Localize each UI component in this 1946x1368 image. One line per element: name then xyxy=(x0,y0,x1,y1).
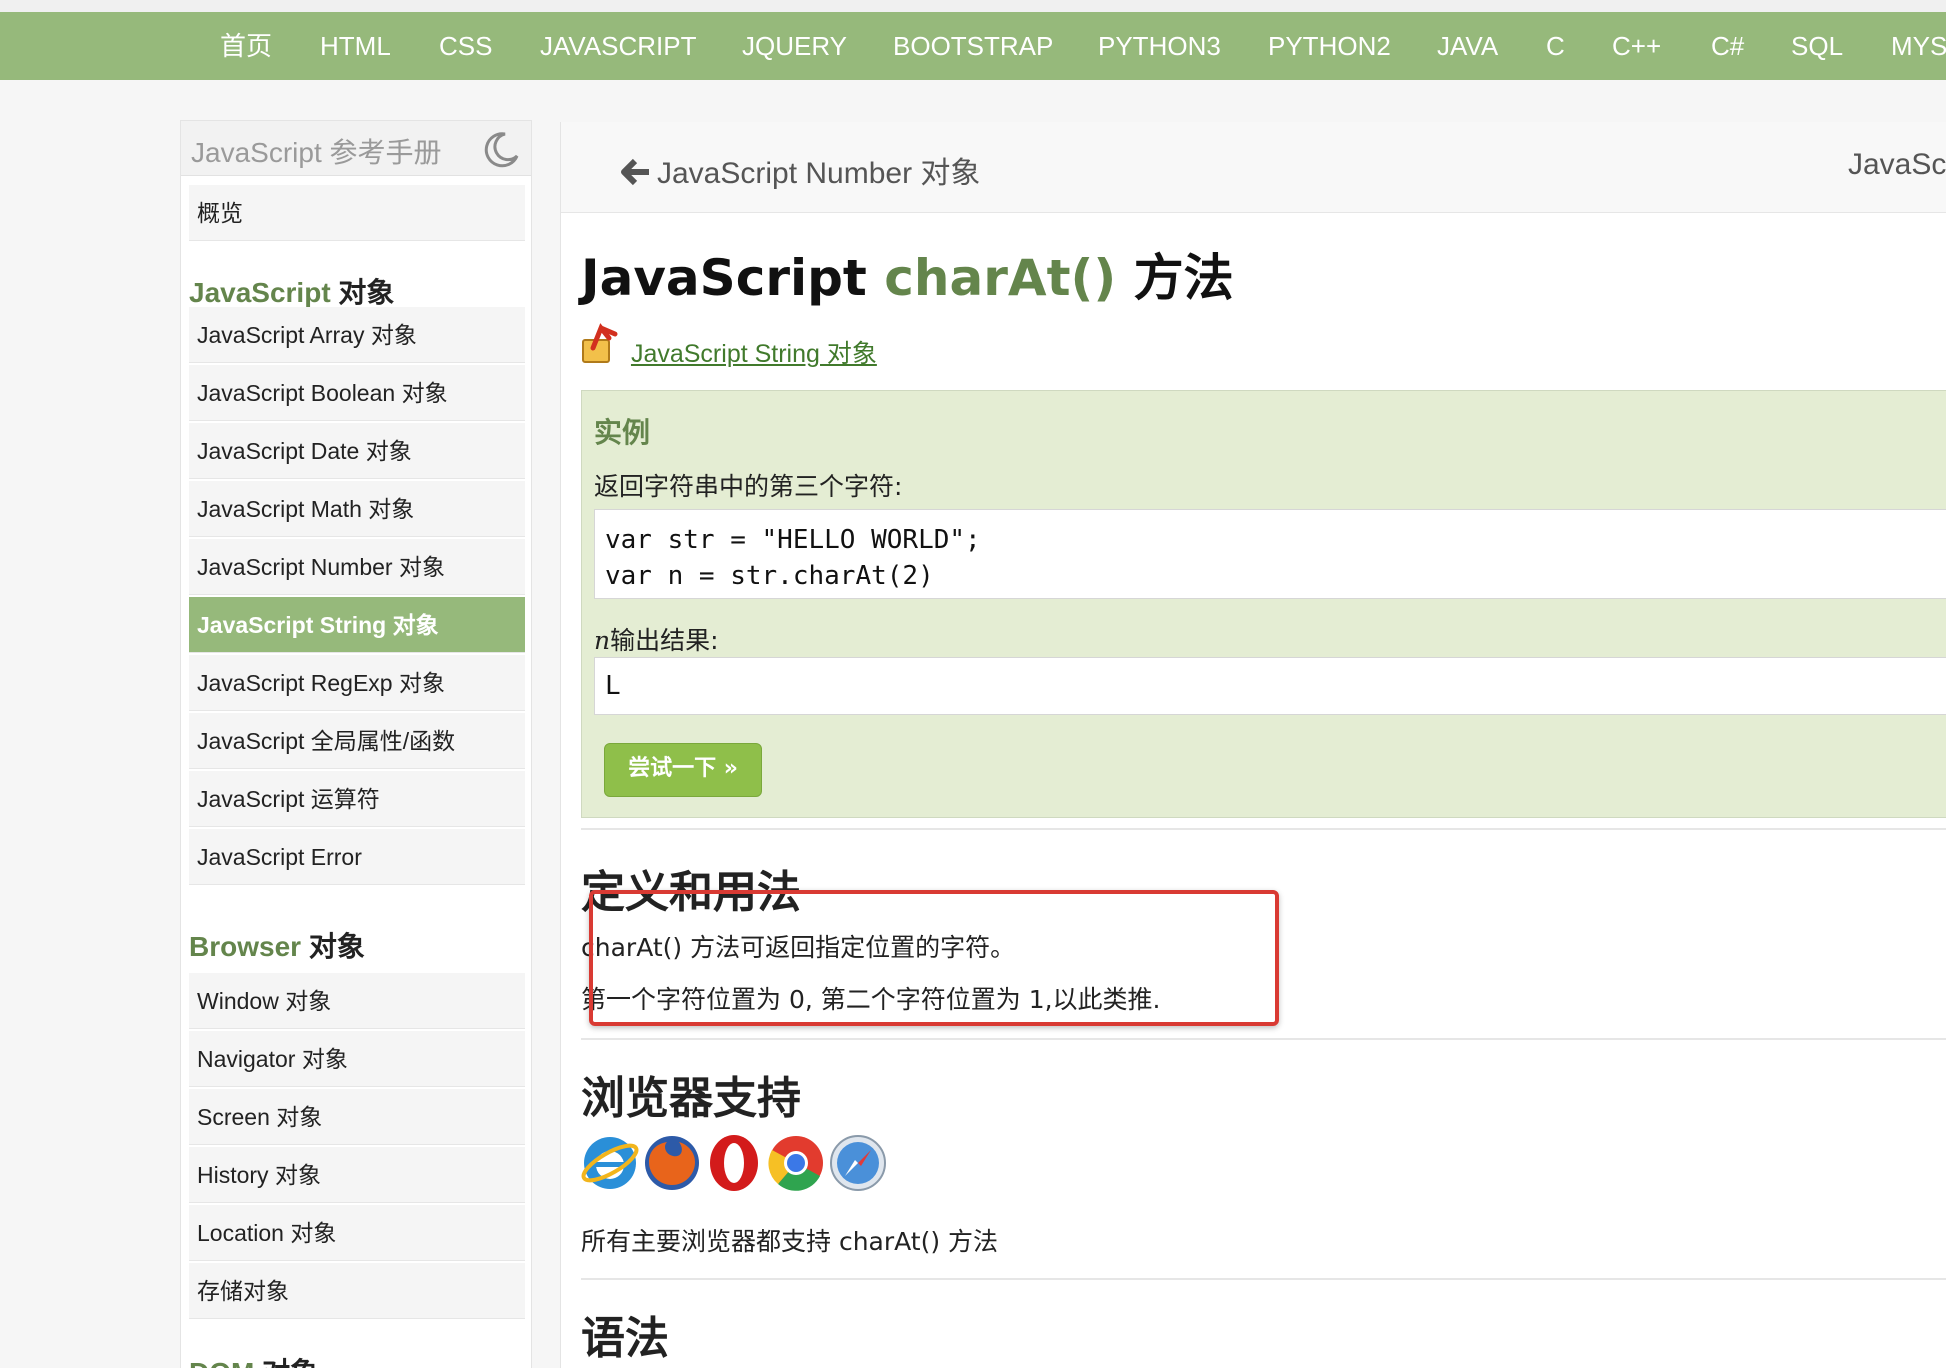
folder-up-icon xyxy=(582,323,618,363)
parent-object-link[interactable]: JavaScript String 对象 xyxy=(631,340,877,368)
nav-javascript[interactable]: JAVASCRIPT xyxy=(540,12,697,80)
moon-icon[interactable] xyxy=(481,129,521,169)
safari-icon xyxy=(830,1135,886,1191)
sidebar-item[interactable]: Window 对象 xyxy=(189,973,525,1029)
browser-support-text: 所有主要浏览器都支持 charAt() 方法 xyxy=(581,1227,999,1256)
breadcrumb-bar: JavaScript Number 对象 JavaSc xyxy=(561,122,1946,213)
divider xyxy=(581,1278,1946,1280)
section-suffix: 对象 xyxy=(254,1357,318,1368)
sidebar-section-dom: DOM 对象 xyxy=(189,1351,318,1368)
sidebar-item[interactable]: JavaScript RegExp 对象 xyxy=(189,655,525,711)
sidebar-item[interactable]: JavaScript Boolean 对象 xyxy=(189,365,525,421)
sidebar-item[interactable]: Location 对象 xyxy=(189,1205,525,1261)
section-prefix: JavaScript xyxy=(189,277,331,308)
sidebar-item[interactable]: History 对象 xyxy=(189,1147,525,1203)
sidebar-section-javascript: JavaScript 对象 xyxy=(189,271,394,311)
sidebar-item[interactable]: JavaScript Number 对象 xyxy=(189,539,525,595)
nav-html[interactable]: HTML xyxy=(320,12,391,80)
page-title: JavaScript charAt() 方法 xyxy=(581,238,1234,310)
nav-python3[interactable]: PYTHON3 xyxy=(1098,12,1221,80)
section-prefix: Browser xyxy=(189,931,302,962)
prev-page-link[interactable]: JavaScript Number 对象 xyxy=(621,148,980,192)
sidebar-header: JavaScript 参考手册 xyxy=(181,121,531,176)
nav-bootstrap[interactable]: BOOTSTRAP xyxy=(893,12,1053,80)
nav-java[interactable]: JAVA xyxy=(1437,12,1498,80)
nav-css[interactable]: CSS xyxy=(439,12,492,80)
output-label: n输出结果: xyxy=(594,621,719,657)
sidebar-item[interactable]: JavaScript Error xyxy=(189,829,525,885)
section-prefix: DOM xyxy=(189,1357,254,1368)
divider xyxy=(581,1038,1946,1040)
browser-support-heading: 浏览器支持 xyxy=(581,1073,801,1124)
sidebar-item[interactable]: JavaScript 运算符 xyxy=(189,771,525,827)
parent-link-row: JavaScript String 对象 xyxy=(581,322,877,370)
output-block: L xyxy=(594,657,1946,715)
nav-cpp[interactable]: C++ xyxy=(1612,12,1661,80)
top-strip xyxy=(0,0,1946,12)
nav-csharp[interactable]: C# xyxy=(1711,12,1744,80)
sidebar-item-overview[interactable]: 概览 xyxy=(189,185,525,241)
output-var: n xyxy=(594,626,611,655)
nav-c[interactable]: C xyxy=(1546,12,1565,80)
example-description: 返回字符串中的第三个字符: xyxy=(594,472,903,501)
sidebar-title: JavaScript 参考手册 xyxy=(191,137,442,168)
output-label-text: 输出结果: xyxy=(610,626,719,655)
sidebar: JavaScript 参考手册 概览 JavaScript 对象 Browser… xyxy=(180,120,532,1368)
arrow-left-icon xyxy=(621,158,649,186)
sidebar-item[interactable]: JavaScript String 对象 xyxy=(189,597,525,653)
example-heading: 实例 xyxy=(594,416,651,449)
browser-icons xyxy=(579,1132,889,1198)
red-highlight-box xyxy=(589,890,1279,1026)
title-suffix: 方法 xyxy=(1116,249,1234,307)
sidebar-item[interactable]: JavaScript 全局属性/函数 xyxy=(189,713,525,769)
nav-jquery[interactable]: JQUERY xyxy=(742,12,847,80)
nav-sql[interactable]: SQL xyxy=(1791,12,1843,80)
ie-icon xyxy=(581,1137,639,1189)
sidebar-item[interactable]: 存储对象 xyxy=(189,1263,525,1319)
nav-python2[interactable]: PYTHON2 xyxy=(1268,12,1391,80)
sidebar-item[interactable]: JavaScript Math 对象 xyxy=(189,481,525,537)
section-suffix: 对象 xyxy=(330,277,395,308)
divider xyxy=(581,828,1946,830)
title-method: charAt() xyxy=(884,249,1117,307)
example-box: 实例 返回字符串中的第三个字符: var str = "HELLO WORLD"… xyxy=(581,390,1946,818)
sidebar-item[interactable]: Screen 对象 xyxy=(189,1089,525,1145)
main-content: JavaScript Number 对象 JavaSc JavaScript c… xyxy=(560,122,1946,1368)
next-page-link[interactable]: JavaSc xyxy=(1848,148,1946,182)
prev-page-label: JavaScript Number 对象 xyxy=(657,157,981,190)
code-line: var n = str.charAt(2) xyxy=(605,561,934,591)
syntax-heading: 语法 xyxy=(581,1313,669,1364)
section-suffix: 对象 xyxy=(301,931,365,962)
code-line: var str = "HELLO WORLD"; xyxy=(605,525,981,555)
sidebar-item[interactable]: Navigator 对象 xyxy=(189,1031,525,1087)
sidebar-section-browser: Browser 对象 xyxy=(189,925,365,965)
nav-home[interactable]: 首页 xyxy=(220,12,272,80)
opera-icon xyxy=(710,1135,758,1191)
try-it-button[interactable]: 尝试一下 » xyxy=(604,743,762,797)
firefox-icon xyxy=(645,1136,699,1190)
top-navbar: 首页 HTML CSS JAVASCRIPT JQUERY BOOTSTRAP … xyxy=(0,12,1946,80)
code-block: var str = "HELLO WORLD"; var n = str.cha… xyxy=(594,509,1946,599)
title-prefix: JavaScript xyxy=(581,249,885,307)
sidebar-item[interactable]: JavaScript Array 对象 xyxy=(189,307,525,363)
nav-mysql[interactable]: MYS xyxy=(1891,12,1946,80)
sidebar-item[interactable]: JavaScript Date 对象 xyxy=(189,423,525,479)
chrome-icon xyxy=(768,1136,823,1191)
